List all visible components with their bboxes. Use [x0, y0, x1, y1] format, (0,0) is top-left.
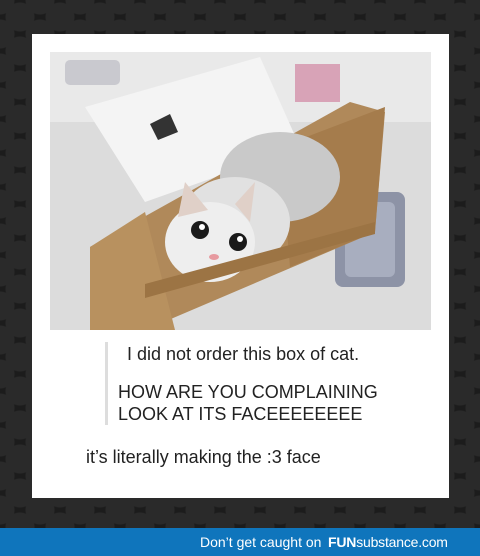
reblog-quote-bar — [105, 342, 108, 425]
brand-suffix: .com — [418, 534, 448, 550]
site-footer-bar: Don’t get caught on FUNsubstance.com — [0, 528, 480, 556]
post-line-3: LOOK AT ITS FACEEEEEEEE — [118, 404, 363, 424]
post-line-4: it’s literally making the :3 face — [86, 447, 321, 467]
brand-bold: FUN — [328, 534, 357, 550]
footer-slogan: Don’t get caught on — [200, 534, 322, 550]
site-logo[interactable]: FUNsubstance.com — [328, 528, 448, 556]
brand-regular: substance — [356, 534, 419, 550]
post-line-1: I did not order this box of cat. — [127, 344, 360, 364]
cat-in-box-photo — [50, 52, 431, 330]
post-line-2: HOW ARE YOU COMPLAINING — [118, 382, 378, 402]
